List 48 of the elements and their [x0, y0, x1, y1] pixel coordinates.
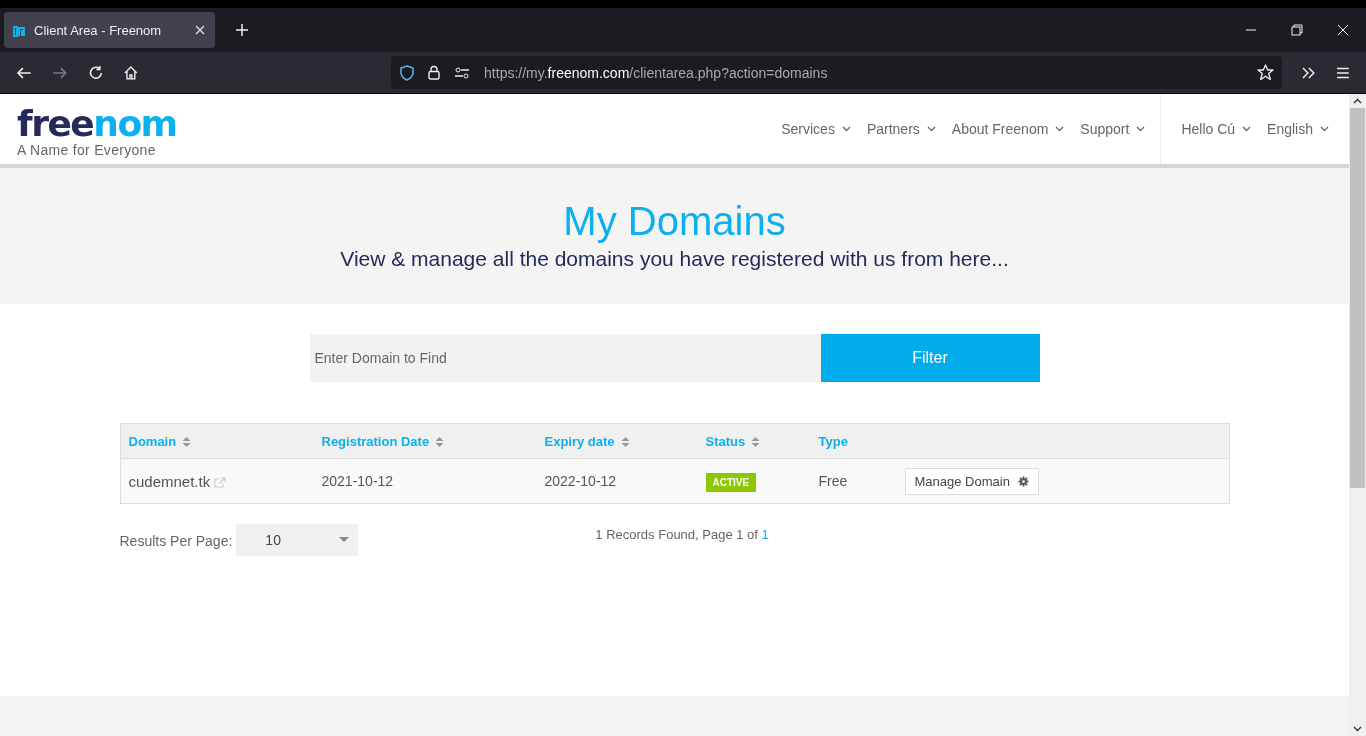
menu-icon[interactable]	[1336, 66, 1350, 79]
column-header: Type	[818, 434, 848, 449]
table-cell: Free	[818, 473, 848, 489]
new-tab-icon[interactable]	[235, 23, 249, 37]
scrollbar[interactable]	[1349, 94, 1366, 736]
domain-link[interactable]: cudemnet.tk	[128, 472, 211, 490]
address-bar[interactable]: https://my.freenom.com/clientarea.php?action=domains	[391, 56, 1283, 89]
url-text: https://my.freenom.com/clientarea.php?action=domains	[484, 64, 829, 81]
nav-menu[interactable]: Partners	[866, 121, 936, 137]
close-icon[interactable]	[195, 25, 205, 35]
user-menu[interactable]: English	[1267, 121, 1329, 137]
domain-search-field[interactable]: Enter Domain to Find	[309, 334, 821, 382]
close-icon[interactable]	[1337, 24, 1349, 36]
chevrons-icon[interactable]	[1302, 66, 1317, 79]
manage-domain-button[interactable]: Manage Domain	[904, 467, 1039, 495]
chevron-down-icon	[841, 126, 851, 132]
dropdown-caret-icon	[339, 537, 350, 543]
results-per-page-dropdown[interactable]: 10	[236, 524, 359, 556]
scroll-down-icon[interactable]	[1353, 726, 1362, 732]
freenom-logo[interactable]: freenom	[17, 108, 177, 140]
page-title: My Domains	[563, 198, 786, 244]
home-icon[interactable]	[123, 64, 140, 81]
gear-icon	[1017, 475, 1029, 487]
browser-tab[interactable]: Client Area - Freenom	[4, 12, 215, 48]
chevron-down-icon	[1136, 126, 1146, 132]
lock-icon[interactable]	[428, 65, 441, 80]
bookmark-star-icon[interactable]	[1257, 64, 1275, 81]
table-cell: 2022-10-12	[544, 473, 617, 489]
chevron-down-icon	[1320, 126, 1329, 132]
tagline: A Name for Everyone	[17, 142, 157, 158]
permissions-icon[interactable]	[454, 66, 471, 79]
chevron-down-icon	[1242, 126, 1252, 132]
nav-menu[interactable]: Services	[781, 121, 851, 137]
table-cell: 2021-10-12	[321, 473, 394, 489]
page-subtitle: View & manage all the domains you have registered with us from here...	[340, 246, 1009, 272]
reload-icon[interactable]	[87, 64, 104, 81]
records-found-text: 1 Records Found, Page 1 of 1	[595, 527, 769, 542]
nav-menu[interactable]: Support	[1080, 121, 1146, 137]
nav-menu[interactable]: About Freenom	[951, 121, 1065, 137]
status-badge: ACTIVE	[705, 473, 757, 492]
chevron-down-icon	[1055, 126, 1065, 132]
shield-icon[interactable]	[400, 64, 415, 81]
site-favicon	[12, 23, 26, 37]
chevron-down-icon	[926, 126, 936, 132]
user-menu[interactable]: Hello Cú	[1181, 121, 1252, 137]
restore-icon[interactable]	[1291, 24, 1303, 36]
results-per-page-label: Results Per Page:	[119, 533, 233, 549]
scroll-up-icon[interactable]	[1353, 98, 1362, 104]
